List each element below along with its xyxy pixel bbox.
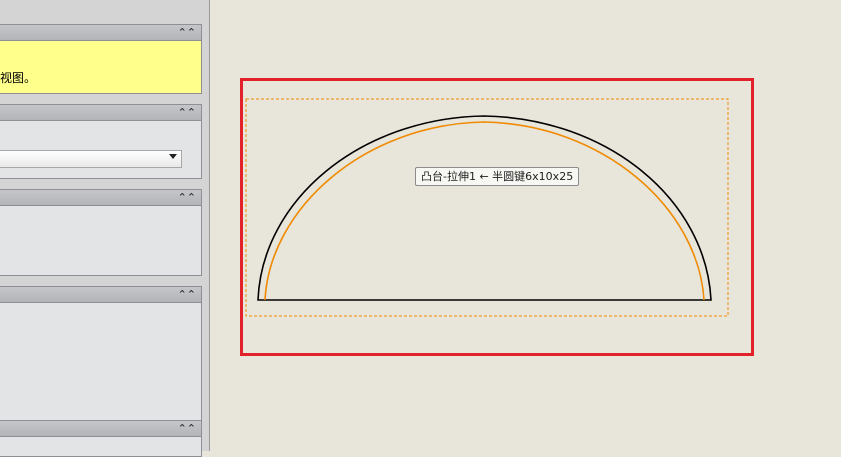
preview-bounding-box [245,98,729,317]
options-group-2: ⌃⌃ [0,286,202,423]
chevron-double-up-icon[interactable]: ⌃⌃ [178,422,196,435]
graphics-area[interactable] [211,0,841,451]
selection-group-body [0,121,202,179]
options-group-2-body [0,303,202,423]
options-group-2-header[interactable]: ⌃⌃ [0,286,202,303]
extrude-preview-edge[interactable] [264,121,705,301]
chevron-double-up-icon[interactable]: ⌃⌃ [178,288,196,301]
selection-group-header[interactable]: ⌃⌃ [0,104,202,121]
message-group-header[interactable]: ⌃⌃ [0,24,202,41]
property-panel: ⌃⌃ 视图。 ⌃⌃ ⌃⌃ ⌃⌃ ⌃⌃ [0,0,210,457]
message-box: 视图。 [0,41,202,94]
message-group: ⌃⌃ 视图。 [0,24,202,94]
feature-tooltip: 凸台-拉伸1 ← 半圆键6x10x25 [415,167,580,186]
highlight-frame [240,78,754,356]
options-group-1-header[interactable]: ⌃⌃ [0,189,202,206]
selection-group: ⌃⌃ [0,104,202,179]
chevron-double-up-icon[interactable]: ⌃⌃ [178,106,196,119]
options-group-1: ⌃⌃ [0,189,202,276]
message-text: 视图。 [0,71,37,85]
options-group-3: ⌃⌃ [0,420,202,457]
semicircle-key-edge[interactable] [257,115,712,301]
options-group-3-body [0,437,202,457]
options-group-3-header[interactable]: ⌃⌃ [0,420,202,437]
options-group-1-body [0,206,202,276]
selection-dropdown[interactable] [0,150,182,168]
chevron-double-up-icon[interactable]: ⌃⌃ [178,26,196,39]
chevron-double-up-icon[interactable]: ⌃⌃ [178,191,196,204]
chevron-down-icon[interactable] [169,154,177,159]
